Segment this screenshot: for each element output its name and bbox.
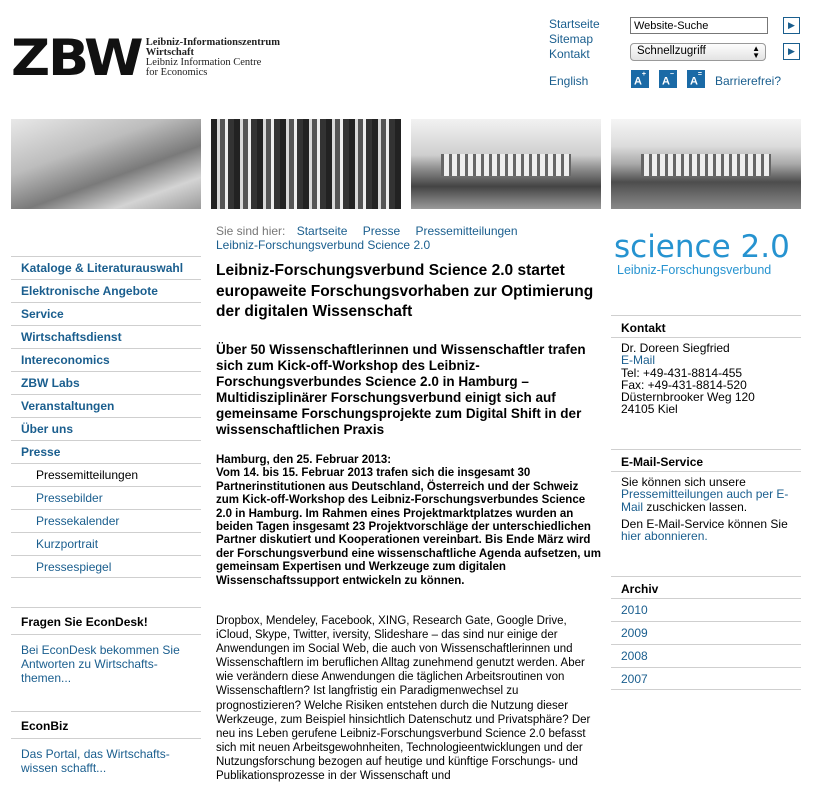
- quickaccess-select[interactable]: Schnellzugriff ▲ ▼: [630, 43, 766, 61]
- econbiz-box: EconBiz Das Portal, das Wirtschafts-wiss…: [11, 711, 201, 783]
- archive-year-2007[interactable]: 2007: [611, 667, 801, 690]
- nav-item-veranstaltungen[interactable]: Veranstaltungen: [11, 394, 201, 417]
- article-subtitle: Über 50 Wissenschaftlerinnen und Wissens…: [216, 342, 586, 437]
- font-smaller-button[interactable]: A−: [659, 70, 677, 88]
- contact-city: 24105 Kiel: [621, 402, 678, 417]
- nav-item-intereconomics[interactable]: Intereconomics: [11, 348, 201, 371]
- econdesk-title: Fragen Sie EconDesk!: [11, 607, 201, 634]
- plus-icon: +: [641, 71, 647, 78]
- quickaccess-value: Schnellzugriff: [637, 45, 706, 57]
- archive-year-2010[interactable]: 2010: [611, 598, 801, 621]
- archive-year-2009[interactable]: 2009: [611, 621, 801, 644]
- science20-logo-subtitle: Leibniz-Forschungsverbund: [617, 263, 772, 277]
- breadcrumb-current[interactable]: Leibniz-Forschungsverbund Science 2.0: [216, 238, 430, 252]
- breadcrumb: Sie sind hier: Startseite Presse Pressem…: [216, 225, 530, 238]
- breadcrumb-presse[interactable]: Presse: [363, 224, 400, 238]
- email-service-text: Sie können sich unsere Pressemitteilunge…: [611, 471, 801, 546]
- font-larger-button[interactable]: A+: [631, 70, 649, 88]
- search-submit-button[interactable]: ▶: [783, 17, 800, 34]
- nav-sub-pressebilder[interactable]: Pressebilder: [11, 486, 201, 509]
- top-navigation: Startseite Sitemap Kontakt: [549, 17, 600, 62]
- article-title: Leibniz-Forschungsverbund Science 2.0 st…: [216, 262, 594, 320]
- nav-item-kataloge[interactable]: Kataloge & Literaturauswahl: [11, 256, 201, 279]
- nav-item-zbw-labs[interactable]: ZBW Labs: [11, 371, 201, 394]
- article-dateline: Hamburg, den 25. Februar 2013:: [216, 454, 392, 466]
- econdesk-link[interactable]: Bei EconDesk bekommen Sie Antworten zu W…: [11, 634, 201, 693]
- email-service-p1-post: zuschicken lassen.: [646, 499, 748, 514]
- archive-year-2008[interactable]: 2008: [611, 644, 801, 667]
- minus-icon: −: [669, 71, 675, 78]
- email-service-title: E-Mail-Service: [611, 449, 801, 471]
- font-normal-button[interactable]: A=: [687, 70, 705, 88]
- topnav-home-link[interactable]: Startseite: [549, 17, 600, 32]
- play-arrow-icon: ▶: [788, 20, 795, 30]
- header-photo-building-kiel: [611, 119, 801, 209]
- header-photo-library-atrium: [11, 119, 201, 209]
- article-lead-text: Vom 14. bis 15. Februar 2013 trafen sich…: [216, 467, 601, 587]
- email-service-subscribe-link[interactable]: hier abonnieren.: [621, 529, 708, 543]
- zbw-logo[interactable]: ZBW Leibniz-Informationszentrum Wirtscha…: [11, 29, 280, 87]
- logo-line: for Economics: [145, 67, 208, 78]
- nav-item-presse[interactable]: Presse: [11, 440, 201, 463]
- econbiz-title: EconBiz: [11, 711, 201, 738]
- play-arrow-icon: ▶: [788, 46, 795, 56]
- breadcrumb-pressemitteilungen[interactable]: Pressemitteilungen: [415, 224, 517, 238]
- nav-item-ueber-uns[interactable]: Über uns: [11, 417, 201, 440]
- article-body: Dropbox, Mendeley, Facebook, XING, Resea…: [216, 615, 591, 783]
- contact-title: Kontakt: [611, 315, 801, 337]
- article-lead: Hamburg, den 25. Februar 2013: Vom 14. b…: [216, 454, 601, 588]
- header-photo-building: [411, 119, 601, 209]
- zbw-logo-text: Leibniz-Informationszentrum Wirtschaft L…: [145, 37, 280, 78]
- contact-box: Kontakt Dr. Doreen Siegfried E-Mail Tel:…: [611, 315, 801, 420]
- nav-sub-pressespiegel[interactable]: Pressespiegel: [11, 555, 201, 578]
- header-photo-bookshelves: [211, 119, 401, 209]
- econdesk-box: Fragen Sie EconDesk! Bei EconDesk bekomm…: [11, 607, 201, 693]
- nav-sub-pressekalender[interactable]: Pressekalender: [11, 509, 201, 532]
- zbw-logo-mark: ZBW: [11, 29, 144, 87]
- topnav-contact-link[interactable]: Kontakt: [549, 47, 600, 62]
- science20-logo[interactable]: science 2.0 Leibniz-Forschungsverbund: [614, 230, 790, 276]
- photo-windows: [641, 154, 771, 176]
- email-service-box: E-Mail-Service Sie können sich unsere Pr…: [611, 449, 801, 546]
- breadcrumb-label: Sie sind hier:: [216, 224, 286, 238]
- nav-sub-pressemitteilungen[interactable]: Pressemitteilungen: [11, 463, 201, 486]
- search-input[interactable]: [630, 17, 768, 34]
- topnav-sitemap-link[interactable]: Sitemap: [549, 32, 600, 47]
- nav-item-service[interactable]: Service: [11, 302, 201, 325]
- econbiz-link[interactable]: Das Portal, das Wirtschafts-wissen schaf…: [11, 738, 201, 783]
- breadcrumb-startseite[interactable]: Startseite: [297, 224, 348, 238]
- contact-email-link[interactable]: E-Mail: [621, 354, 791, 367]
- equals-icon: =: [697, 71, 703, 78]
- nav-item-wirtschaftsdienst[interactable]: Wirtschaftsdienst: [11, 325, 201, 348]
- english-link[interactable]: English: [549, 74, 588, 88]
- nav-sub-kurzportrait[interactable]: Kurzportrait: [11, 532, 201, 555]
- updown-arrows-icon: ▲ ▼: [752, 44, 760, 60]
- photo-windows: [441, 154, 571, 176]
- nav-item-elektronische-angebote[interactable]: Elektronische Angebote: [11, 279, 201, 302]
- archive-title: Archiv: [611, 576, 801, 598]
- accessibility-link[interactable]: Barrierefrei?: [715, 74, 781, 88]
- archive-box: Archiv 2010 2009 2008 2007: [611, 576, 801, 690]
- quickaccess-go-button[interactable]: ▶: [783, 43, 800, 60]
- left-navigation: Kataloge & Literaturauswahl Elektronisch…: [11, 256, 201, 578]
- science20-logo-title: science 2.0: [614, 229, 790, 265]
- contact-details: Dr. Doreen Siegfried E-Mail Tel: +49-431…: [611, 337, 801, 420]
